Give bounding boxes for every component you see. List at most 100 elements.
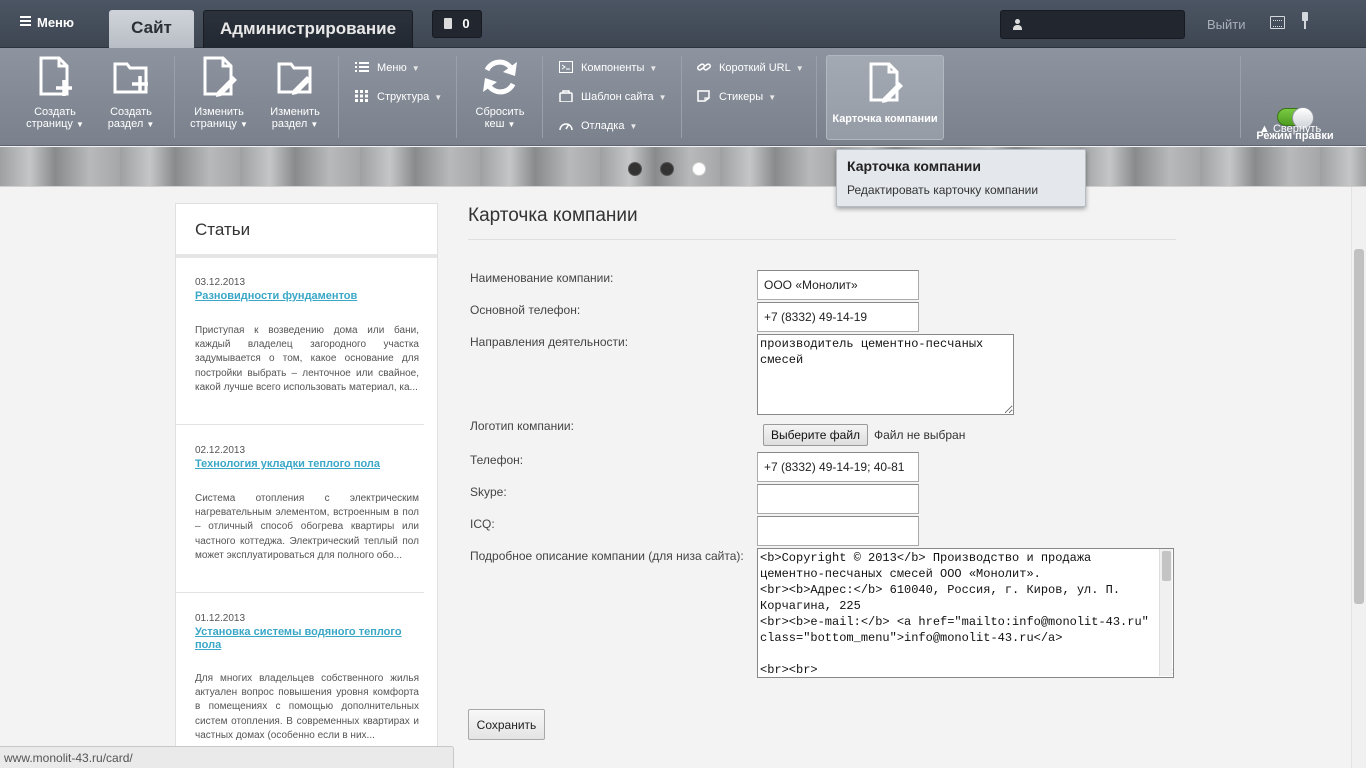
site-template-dropdown-label: Шаблон сайта [581, 91, 654, 103]
save-button[interactable]: Сохранить [468, 709, 545, 740]
popup-edit-company-card[interactable]: Редактировать карточку компании [847, 183, 1038, 197]
stickers-dropdown[interactable]: Стикеры ▼ [697, 89, 776, 105]
page-scrollbar[interactable] [1351, 187, 1366, 768]
admin-toolbar: Создать страницу ▼ Создать раздел ▼ Изме… [0, 48, 1366, 155]
logout-link[interactable]: Выйти [1207, 17, 1246, 32]
grid-icon [355, 90, 368, 102]
description-label: Подробное описание компании (для низа са… [470, 549, 744, 563]
create-page-button[interactable]: Создать страницу ▼ [22, 54, 88, 140]
hamburger-icon [20, 16, 31, 28]
page-title: Карточка компании [468, 205, 638, 226]
article-excerpt: Для многих владельцев собственного жилья… [195, 673, 419, 741]
slider-dot[interactable] [628, 162, 642, 176]
popup-title: Карточка компании [847, 158, 982, 174]
sidebar-title: Статьи [195, 220, 251, 239]
edit-page-button[interactable]: Изменить страницу ▼ [186, 54, 252, 140]
list-icon [355, 62, 369, 72]
reset-cache-button[interactable]: Сбросить кеш ▼ [468, 54, 532, 140]
edit-page-label: Изменить страницу [190, 106, 244, 130]
menu-dropdown-label: Меню [377, 62, 407, 74]
reset-cache-label: Сбросить кеш [475, 106, 525, 130]
keyboard-icon[interactable] [1270, 16, 1285, 29]
article-divider [176, 592, 424, 593]
toolbar-divider [174, 56, 175, 138]
toolbar-divider [456, 56, 457, 138]
components-dropdown[interactable]: Компоненты ▼ [559, 60, 657, 76]
article-date: 01.12.2013 [195, 613, 246, 624]
components-icon [559, 61, 573, 73]
header-banner-image [0, 147, 1366, 187]
edit-page-icon [203, 56, 237, 97]
notifications-count: 0 [462, 16, 470, 31]
debug-dropdown[interactable]: Отладка ▼ [559, 118, 637, 134]
short-url-dropdown-label: Короткий URL [719, 62, 791, 74]
article-link[interactable]: Установка системы водяного теплого пола [195, 626, 419, 652]
browser-status-url: www.monolit-43.ru/card/ [0, 746, 454, 768]
create-section-button[interactable]: Создать раздел ▼ [98, 54, 164, 140]
icq-label: ICQ: [470, 517, 495, 531]
file-status: Файл не выбран [874, 428, 966, 442]
user-box[interactable] [1000, 10, 1185, 39]
article-excerpt: Система отопления с электрическим нагрев… [195, 493, 419, 561]
company-card-popup: Карточка компании Редактировать карточку… [836, 149, 1086, 207]
sticker-icon [697, 90, 710, 102]
notification-icon [444, 18, 453, 29]
slider-dot[interactable] [660, 162, 674, 176]
edit-folder-icon [277, 62, 312, 95]
toolbar-divider [338, 56, 339, 138]
slider-dot-active[interactable] [692, 162, 706, 176]
site-template-dropdown[interactable]: Шаблон сайта ▼ [559, 89, 667, 105]
toolbar-divider [681, 56, 682, 138]
phone-label: Телефон: [470, 453, 524, 467]
menu-button[interactable]: Меню [20, 15, 74, 30]
refresh-icon [483, 59, 517, 95]
toolbar-divider [816, 56, 817, 138]
company-name-input[interactable] [757, 270, 919, 300]
top-admin-bar: Меню Сайт Администрирование 0 Выйти [0, 0, 1366, 48]
article-divider [176, 424, 424, 425]
title-divider [468, 239, 1176, 240]
toolbar-divider [1240, 56, 1241, 138]
main-phone-label: Основной телефон: [470, 303, 581, 317]
edit-page-icon [869, 62, 903, 103]
description-scrollbar[interactable] [1159, 549, 1172, 676]
short-url-dropdown[interactable]: Короткий URL ▼ [697, 60, 804, 76]
article-item: 01.12.2013 Установка системы водяного те… [195, 613, 419, 743]
article-date: 02.12.2013 [195, 445, 246, 456]
structure-dropdown-label: Структура [377, 91, 430, 103]
activity-textarea[interactable]: производитель цементно-песчаных смесей [757, 334, 1014, 415]
company-card-button[interactable]: Карточка компании [826, 55, 944, 140]
notifications-button[interactable]: 0 [432, 10, 482, 38]
logo-label: Логотип компании: [470, 419, 574, 433]
icq-input[interactable] [757, 516, 919, 546]
tab-administration[interactable]: Администрирование [203, 10, 413, 48]
articles-sidebar: Статьи 03.12.2013 Разновидности фундамен… [175, 203, 438, 763]
create-folder-icon [113, 62, 148, 94]
tab-site[interactable]: Сайт [109, 10, 194, 48]
phone-input[interactable] [757, 452, 919, 482]
main-phone-input[interactable] [757, 302, 919, 332]
article-date: 03.12.2013 [195, 277, 246, 288]
edit-section-button[interactable]: Изменить раздел ▼ [262, 54, 328, 140]
create-page-icon [39, 56, 72, 96]
structure-dropdown[interactable]: Структура ▼ [355, 89, 442, 105]
collapse-label: Свернуть [1272, 123, 1322, 135]
toolbar-divider [542, 56, 543, 138]
menu-button-label: Меню [37, 15, 75, 30]
description-textarea[interactable]: <b>Copyright © 2013</b> Производство и п… [757, 548, 1174, 678]
stickers-dropdown-label: Стикеры [719, 91, 764, 103]
create-page-label: Создать страницу [26, 106, 76, 130]
link-icon [697, 63, 711, 71]
activity-label: Направления деятельности: [470, 335, 629, 349]
article-link[interactable]: Технология укладки теплого пола [195, 458, 419, 471]
article-link[interactable]: Разновидности фундаментов [195, 290, 419, 303]
collapse-button[interactable]: ▲ Свернуть [1259, 123, 1321, 135]
gauge-icon [559, 123, 573, 131]
skype-input[interactable] [757, 484, 919, 514]
menu-dropdown[interactable]: Меню ▼ [355, 60, 420, 76]
skype-label: Skype: [470, 485, 507, 499]
debug-dropdown-label: Отладка [581, 120, 625, 132]
company-card-label: Карточка компании [832, 113, 938, 125]
pin-icon[interactable] [1299, 12, 1311, 32]
choose-file-button[interactable]: Выберите файл [763, 424, 869, 446]
